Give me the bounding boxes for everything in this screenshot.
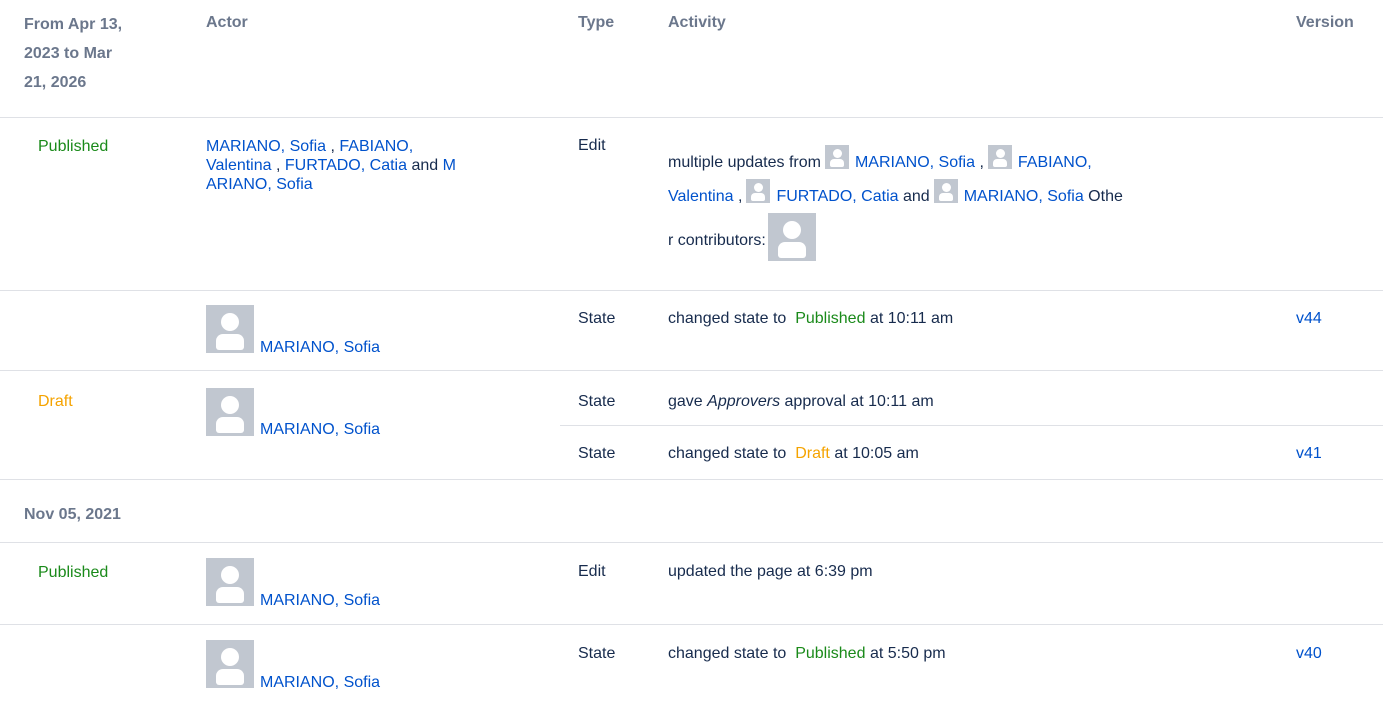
activity-suffix: approval at 10:11 am xyxy=(784,393,934,410)
status-draft: Draft xyxy=(38,393,73,410)
actor-link[interactable]: MARIANO, Sofia xyxy=(260,421,380,439)
actor-link[interactable]: ARIANO, Sofia xyxy=(206,176,313,193)
activity-cell: multiple updates from MARIANO, Sofia , FAB… xyxy=(668,145,1288,261)
date-range-line-1: From Apr 13, xyxy=(24,16,123,33)
activity-cell: gave Approvers approval at 10:11 am xyxy=(668,393,934,411)
actors-list: MARIANO, Sofia , FABIANO, Valentina , FU… xyxy=(206,137,536,194)
avatar-icon xyxy=(206,640,254,688)
header-divider xyxy=(0,542,1383,543)
row-divider xyxy=(0,290,1383,291)
user-avatar-icon xyxy=(746,179,771,203)
other-contributors-text: Othe xyxy=(1088,188,1123,205)
version-link[interactable]: v40 xyxy=(1296,645,1322,663)
activity-time: at 10:05 am xyxy=(834,445,919,462)
approvers-label: Approvers xyxy=(707,393,781,410)
activity-prefix: multiple updates from xyxy=(668,154,821,171)
type-cell: Edit xyxy=(578,563,606,580)
activity-header: Activity xyxy=(668,14,726,31)
actor-link[interactable]: Valentina xyxy=(206,157,272,174)
separator-comma: , xyxy=(330,138,335,155)
user-avatar-icon xyxy=(933,179,958,203)
date-group-header: Nov 05, 2021 xyxy=(24,506,121,523)
actor-link[interactable]: MARIANO, Sofia xyxy=(260,674,380,692)
contributor-avatar-icon[interactable] xyxy=(767,213,816,261)
date-range-header: From Apr 13, 2023 to Mar 21, 2026 xyxy=(24,10,122,97)
actor-link[interactable]: MARIANO, Sofia xyxy=(206,138,326,155)
avatar-icon xyxy=(206,388,254,436)
user-link[interactable]: MARIANO, Sofia xyxy=(964,188,1084,205)
version-link[interactable]: v41 xyxy=(1296,445,1322,463)
activity-time: at 5:50 pm xyxy=(869,645,946,662)
avatar-icon xyxy=(206,305,254,353)
date-range-line-3: 21, 2026 xyxy=(24,74,87,91)
activity-cell: updated the page at 6:39 pm xyxy=(668,563,873,580)
actor-link[interactable]: M xyxy=(443,157,456,174)
type-cell: State xyxy=(578,310,616,327)
activity-cell: changed state to Published at 10:11 am xyxy=(668,310,953,328)
actor-link[interactable]: FURTADO, Catia xyxy=(285,157,407,174)
user-avatar-icon xyxy=(987,145,1012,169)
separator-comma: , xyxy=(737,188,743,205)
and-text: and xyxy=(902,188,930,205)
user-link[interactable]: FABIANO, xyxy=(1018,154,1092,171)
activity-time: at 10:11 am xyxy=(869,310,954,327)
activity-prefix: gave xyxy=(668,393,703,410)
version-link[interactable]: v44 xyxy=(1296,310,1322,328)
version-header: Version xyxy=(1296,14,1354,31)
actor-link[interactable]: FABIANO, xyxy=(339,138,413,155)
row-divider xyxy=(0,624,1383,625)
type-cell: State xyxy=(578,393,616,410)
actor-header: Actor xyxy=(206,14,248,31)
type-cell: State xyxy=(578,445,616,462)
date-range-line-2: 2023 to Mar xyxy=(24,45,113,62)
activity-prefix: changed state to xyxy=(668,445,787,462)
avatar-icon xyxy=(206,558,254,606)
type-cell: State xyxy=(578,645,616,662)
and-text: and xyxy=(411,157,439,174)
actor-link[interactable]: MARIANO, Sofia xyxy=(260,339,380,357)
actor-link[interactable]: MARIANO, Sofia xyxy=(260,592,380,610)
other-contributors-text: r contributors: xyxy=(668,232,766,249)
separator-comma: , xyxy=(275,157,281,174)
status-published: Published xyxy=(38,564,109,581)
user-link[interactable]: Valentina xyxy=(668,188,734,205)
state-published: Published xyxy=(795,310,866,327)
row-divider xyxy=(0,370,1383,371)
status-published: Published xyxy=(38,138,109,155)
user-link[interactable]: FURTADO, Catia xyxy=(776,188,898,205)
activity-cell: changed state to Published at 5:50 pm xyxy=(668,645,946,663)
user-avatar-icon xyxy=(824,145,849,169)
activity-cell: changed state to Draft at 10:05 am xyxy=(668,445,919,463)
state-published: Published xyxy=(795,645,866,662)
activity-prefix: changed state to xyxy=(668,310,787,327)
activity-prefix: changed state to xyxy=(668,645,787,662)
user-link[interactable]: MARIANO, Sofia xyxy=(855,154,975,171)
sub-row-divider xyxy=(560,425,1383,426)
state-draft: Draft xyxy=(795,445,830,462)
row-divider xyxy=(0,479,1383,480)
separator-comma: , xyxy=(979,154,984,171)
page-history-table: From Apr 13, 2023 to Mar 21, 2026 Actor … xyxy=(0,0,1387,707)
header-divider xyxy=(0,117,1383,118)
type-cell: Edit xyxy=(578,137,606,154)
type-header: Type xyxy=(578,14,615,31)
